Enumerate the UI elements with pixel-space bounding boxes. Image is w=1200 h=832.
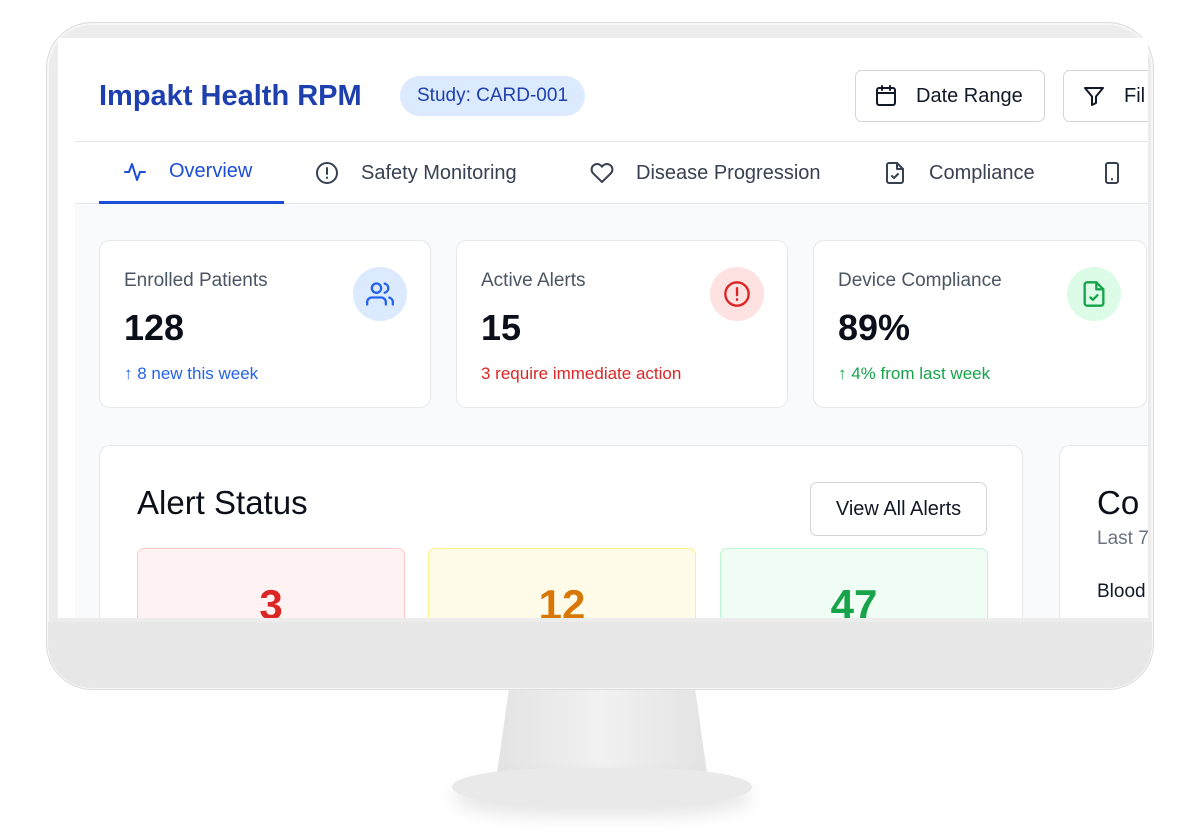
- app-title: Impakt Health RPM: [99, 80, 362, 112]
- tab-label: Compliance: [929, 161, 1035, 184]
- alert-count-value: 12: [538, 581, 586, 618]
- alert-count-warning[interactable]: 12: [428, 548, 696, 618]
- monitor-chin: [48, 622, 1152, 688]
- alert-count-value: 47: [830, 581, 878, 618]
- alert-circle-icon: [710, 267, 764, 321]
- stat-card-enrolled-patients: Enrolled Patients 128 ↑ 8 new this week: [99, 240, 431, 408]
- heart-icon: [590, 161, 614, 185]
- compliance-panel: Co Last 7 Blood: [1059, 445, 1148, 618]
- file-check-icon: [1067, 267, 1121, 321]
- tab-label: Disease Progression: [636, 161, 821, 184]
- monitor-screen: Impakt Health RPM Study: CARD-001 Date R…: [58, 38, 1148, 618]
- monitor-stand-base: [452, 768, 752, 806]
- stat-value: 128: [124, 307, 185, 348]
- filter-label: Fil: [1124, 84, 1146, 107]
- tab-overview[interactable]: Overview: [99, 142, 284, 204]
- stat-value: 15: [481, 307, 522, 348]
- stat-label: Enrolled Patients: [124, 270, 268, 291]
- users-icon: [353, 267, 407, 321]
- tab-bar: Overview Safety Monitoring Disease Progr…: [75, 142, 1148, 204]
- app-header: Impakt Health RPM Study: CARD-001 Date R…: [75, 52, 1148, 142]
- alert-status-panel: Alert Status View All Alerts 3 12 47: [99, 445, 1023, 618]
- tab-label: Overview: [169, 160, 253, 182]
- panel-subtitle: Last 7: [1097, 528, 1148, 549]
- filter-button[interactable]: Fil: [1063, 70, 1148, 122]
- stat-label: Device Compliance: [838, 270, 1002, 291]
- stat-trend: 3 require immediate action: [481, 364, 682, 383]
- stat-value: 89%: [838, 307, 911, 348]
- tab-devices[interactable]: [1100, 142, 1146, 204]
- filter-icon: [1082, 84, 1106, 108]
- panel-title: Co: [1097, 484, 1140, 521]
- study-badge: Study: CARD-001: [400, 76, 586, 116]
- app-window: Impakt Health RPM Study: CARD-001 Date R…: [75, 52, 1148, 618]
- stat-card-device-compliance: Device Compliance 89% ↑ 4% from last wee…: [813, 240, 1147, 408]
- stat-trend: ↑ 8 new this week: [124, 364, 259, 383]
- panel-title: Alert Status: [137, 484, 308, 521]
- tab-safety-monitoring[interactable]: Safety Monitoring: [315, 142, 517, 204]
- tab-disease-progression[interactable]: Disease Progression: [590, 142, 821, 204]
- monitor-stand-neck: [496, 690, 708, 780]
- alert-count-normal[interactable]: 47: [720, 548, 988, 618]
- calendar-icon: [874, 84, 898, 108]
- stat-trend: ↑ 4% from last week: [838, 364, 991, 383]
- view-all-alerts-button[interactable]: View All Alerts: [810, 482, 987, 536]
- tab-label: Safety Monitoring: [361, 161, 517, 184]
- alert-count-value: 3: [259, 581, 283, 618]
- tab-compliance[interactable]: Compliance: [883, 142, 1035, 204]
- compliance-row-label: Blood: [1097, 581, 1146, 602]
- smartphone-icon: [1100, 161, 1124, 185]
- date-range-label: Date Range: [916, 84, 1023, 107]
- activity-icon: [123, 160, 147, 184]
- stat-card-active-alerts: Active Alerts 15 3 require immediate act…: [456, 240, 788, 408]
- alert-count-critical[interactable]: 3: [137, 548, 405, 618]
- file-check-icon: [883, 161, 907, 185]
- alert-circle-icon: [315, 161, 339, 185]
- stat-label: Active Alerts: [481, 270, 586, 291]
- date-range-button[interactable]: Date Range: [855, 70, 1045, 122]
